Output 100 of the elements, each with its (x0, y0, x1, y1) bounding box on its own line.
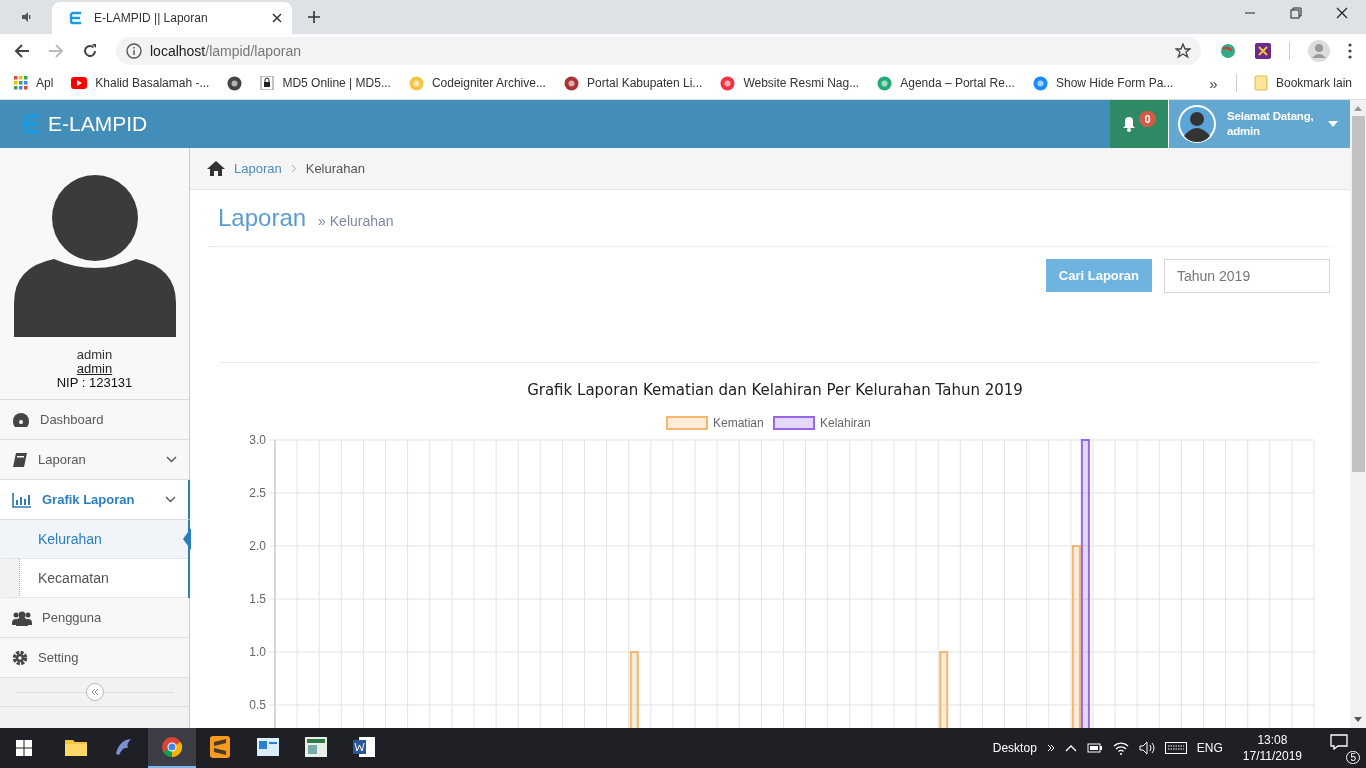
avatar-icon (1177, 104, 1217, 144)
bookmark[interactable]: Codeigniter Archive... (408, 75, 546, 91)
site-icon (720, 75, 736, 91)
profile-username-link[interactable]: admin (76, 362, 113, 376)
word-icon (353, 737, 375, 757)
speaker-icon[interactable] (1138, 741, 1155, 755)
bar-chart-icon (12, 491, 32, 508)
caret-icon (1328, 121, 1338, 127)
site-icon (227, 75, 243, 91)
site-icon (563, 75, 579, 91)
notification-button[interactable]: 0 (1110, 100, 1168, 148)
y-tick-label: 0.5 (249, 698, 266, 712)
battery-icon[interactable] (1086, 742, 1103, 754)
close-icon[interactable] (1336, 7, 1348, 19)
bookmark[interactable]: Apl (14, 76, 54, 90)
restore-icon[interactable] (1290, 7, 1302, 19)
page-title: Laporan (218, 204, 307, 232)
y-tick-label: 1.5 (249, 592, 266, 606)
bookmark-folder[interactable]: Bookmark lain (1253, 75, 1352, 91)
dashboard-icon (12, 411, 30, 428)
sublime-icon (210, 736, 230, 758)
windows-start-icon[interactable] (16, 740, 32, 756)
clock[interactable]: 13:08 17/11/2019 (1242, 732, 1302, 764)
site-icon (408, 75, 424, 91)
action-center-button[interactable]: 5 (1322, 730, 1362, 766)
legend-item[interactable]: Kelahiran (773, 416, 871, 430)
sidebar-item[interactable]: Grafik Laporan (0, 480, 191, 520)
new-tab-icon[interactable] (308, 11, 320, 23)
bookmark[interactable]: Show Hide Form Pa... (1032, 75, 1174, 91)
users-icon (12, 609, 32, 626)
sidebar-item[interactable]: Dashboard (0, 400, 189, 440)
reload-icon[interactable] (82, 42, 98, 59)
breadcrumb-current: Kelurahan (305, 161, 365, 176)
chevron-right-icon (290, 164, 297, 173)
play-icon (71, 77, 88, 89)
extension-icon[interactable] (1255, 42, 1271, 59)
back-icon[interactable] (14, 42, 30, 59)
gear-icon (12, 649, 28, 666)
y-tick-label: 2.0 (249, 539, 266, 553)
folder-icon (1253, 75, 1268, 91)
bookmark[interactable]: Portal Kabupaten Li... (563, 75, 703, 91)
chevron-down-icon (165, 496, 176, 503)
welcome-text: Selamat Datang, admin (1227, 109, 1315, 139)
wifi-icon[interactable] (1112, 741, 1129, 755)
legend-label: Kelahiran (820, 416, 871, 430)
bookmark[interactable] (227, 75, 243, 91)
profile-name: admin (76, 348, 113, 362)
profile-icon[interactable] (1308, 39, 1330, 62)
globe-icon[interactable] (1219, 41, 1237, 60)
chrome-icon (161, 736, 183, 758)
info-icon (126, 42, 142, 59)
profile-nip: NIP : 123131 (56, 376, 133, 390)
browser-tab[interactable]: E-LAMPID || Laporan (52, 2, 292, 34)
chevron-up-icon[interactable] (1064, 744, 1077, 752)
home-icon[interactable] (207, 161, 225, 176)
y-tick-label: 2.5 (249, 486, 266, 500)
scroll-down-icon[interactable] (1354, 717, 1362, 722)
bookmark[interactable]: Website Resmi Nag... (720, 75, 860, 91)
language-indicator[interactable]: ENG (1196, 741, 1223, 755)
card-icon (257, 738, 279, 756)
more-bookmarks-button[interactable]: » (1209, 74, 1218, 92)
avatar-icon (13, 175, 176, 337)
bookmark[interactable]: Khalid Basalamah -... (71, 76, 210, 90)
taskbar-app[interactable] (148, 728, 196, 768)
site-icon (877, 75, 893, 91)
year-field[interactable]: Tahun 2019 (1164, 259, 1330, 293)
app-logo-text[interactable]: E-LAMPID (48, 112, 148, 136)
submenu-item[interactable]: Kelurahan (1, 520, 188, 559)
sidebar-item[interactable]: Setting (0, 638, 189, 678)
scrollbar-thumb[interactable] (1351, 116, 1365, 472)
site-icon (1032, 75, 1048, 91)
y-tick-label: 3.0 (249, 433, 266, 447)
apps-grid-icon (14, 76, 28, 90)
close-icon[interactable] (272, 13, 282, 23)
legend-label: Kematian (713, 416, 764, 430)
book-icon (12, 451, 28, 468)
double-chevron-right-icon[interactable] (1046, 744, 1055, 752)
bookmark[interactable]: Agenda – Portal Re... (877, 75, 1015, 91)
menu-icon[interactable] (1348, 42, 1352, 59)
folder-icon (65, 738, 87, 756)
chevron-down-icon (166, 456, 177, 463)
legend-item[interactable]: Kematian (666, 416, 764, 430)
collapse-sidebar-button[interactable] (85, 683, 104, 701)
address-bar[interactable]: localhost/lampid/laporan (116, 36, 1201, 65)
e-logo-icon (68, 10, 84, 26)
chart-title: Grafik Laporan Kematian dan Kelahiran Per Kelurahan Tahun 2019 (527, 381, 1023, 399)
notification-count: 0 (1139, 111, 1156, 127)
notification-icon (1330, 734, 1348, 750)
sidebar-item[interactable]: Laporan (0, 440, 189, 480)
lock-icon (260, 76, 275, 90)
y-tick-label: 1.0 (249, 645, 266, 659)
document-icon (305, 737, 327, 757)
page-subtitle: » Kelurahan (318, 213, 394, 229)
bookmark[interactable]: MD5 Online | MD5... (260, 76, 391, 90)
desktop-toolbar-label[interactable]: Desktop (992, 741, 1037, 755)
keyboard-icon[interactable] (1164, 742, 1187, 754)
bell-icon (1122, 116, 1137, 132)
sidebar-item[interactable]: Pengguna (0, 598, 189, 638)
star-icon[interactable] (1175, 42, 1191, 59)
double-chevron-left-icon (90, 688, 99, 696)
